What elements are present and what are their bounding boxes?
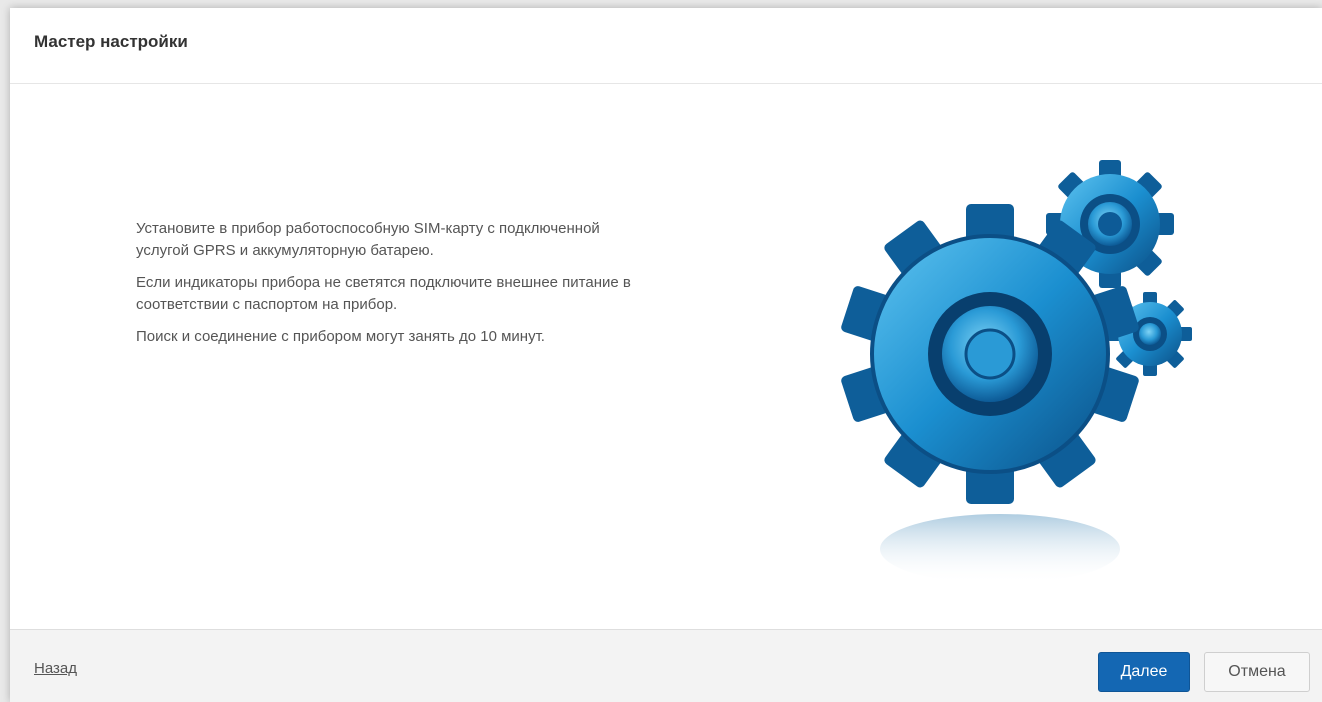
cancel-button[interactable]: Отмена	[1204, 652, 1310, 692]
dialog-title: Мастер настройки	[34, 32, 188, 51]
back-link[interactable]: Назад	[34, 660, 77, 677]
dialog-header: Мастер настройки	[10, 8, 1322, 84]
dialog-body: Установите в прибор работоспособную SIM-…	[10, 84, 1322, 629]
instruction-power: Если индикаторы прибора не светятся подк…	[136, 274, 631, 313]
gears-icon	[841, 160, 1192, 584]
next-button[interactable]: Далее	[1098, 652, 1190, 692]
instructions-text: Установите в прибор работоспособную SIM-…	[136, 218, 696, 358]
instruction-search-time: Поиск и соединение с прибором могут заня…	[136, 328, 545, 345]
setup-wizard-dialog: Мастер настройки Установите в прибор раб…	[10, 8, 1322, 702]
dialog-footer: Назад Далее Отмена	[10, 629, 1322, 702]
instruction-sim-card: Установите в прибор работоспособную SIM-…	[136, 220, 600, 259]
